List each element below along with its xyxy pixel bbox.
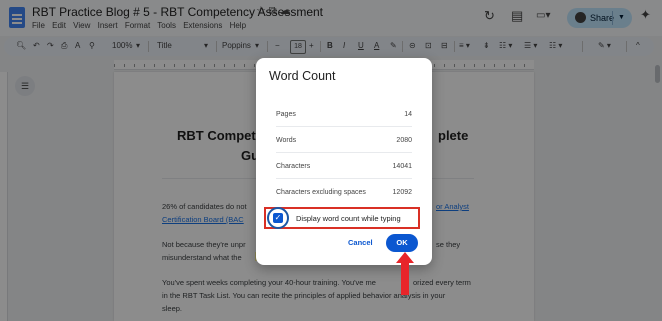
stat-label: Characters excluding spaces <box>276 189 366 196</box>
stat-label: Words <box>276 137 297 144</box>
stat-label: Pages <box>276 111 296 118</box>
checkbox-label[interactable]: Display word count while typing <box>296 214 401 223</box>
stat-value: 14 <box>404 111 412 118</box>
cancel-button[interactable]: Cancel <box>348 238 373 247</box>
stat-value: 2080 <box>396 137 412 144</box>
stat-row-pages: Pages 14 <box>276 111 412 118</box>
display-word-count-checkbox[interactable]: ✓ <box>273 213 283 223</box>
stat-value: 14041 <box>392 163 412 170</box>
dialog-title: Word Count <box>269 69 336 83</box>
stat-label: Characters <box>276 163 311 170</box>
row-divider <box>276 152 412 153</box>
row-divider <box>276 126 412 127</box>
word-count-dialog: Word Count Pages 14 Words 2080 Character… <box>256 58 432 265</box>
ok-button[interactable]: OK <box>386 234 418 252</box>
annotation-arrow-shaft <box>401 263 409 295</box>
row-divider <box>276 178 412 179</box>
stat-row-characters: Characters 14041 <box>276 163 412 170</box>
annotation-arrow-head <box>396 252 414 263</box>
stat-row-characters-no-spaces: Characters excluding spaces 12092 <box>276 189 412 196</box>
stat-row-words: Words 2080 <box>276 137 412 144</box>
stat-value: 12092 <box>392 189 412 196</box>
